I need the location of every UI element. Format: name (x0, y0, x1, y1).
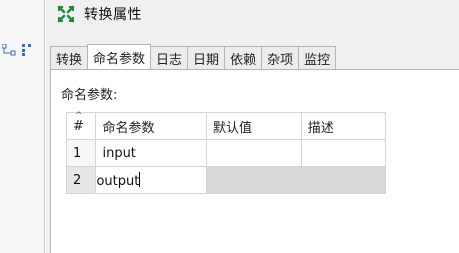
row-number: 1 (65, 139, 97, 167)
tab-dependencies[interactable]: 依赖 (224, 46, 263, 69)
tab-monitoring[interactable]: 监控 (298, 46, 337, 69)
transform-icon (56, 4, 76, 24)
tab-bar: 转换 命名参数 日志 日期 依赖 杂项 监控 (50, 44, 337, 69)
grid-icon[interactable] (22, 44, 32, 58)
table-header-row: ^ # 命名参数 默认值 描述 (65, 111, 387, 140)
param-default-cell[interactable] (206, 166, 302, 194)
left-toolbar-icons (1, 42, 42, 60)
tab-log[interactable]: 日志 (150, 46, 189, 69)
param-default-cell[interactable] (206, 139, 302, 167)
section-label: 命名参数: (61, 88, 118, 103)
named-params-panel: 命名参数: ^ # 命名参数 默认值 描述 1 input 2 output (50, 69, 459, 253)
col-header-param-name[interactable]: 命名参数 (95, 112, 207, 140)
tab-named-params[interactable]: 命名参数 (87, 44, 152, 69)
tab-misc[interactable]: 杂项 (261, 46, 300, 69)
title-bar: 转换属性 (46, 0, 459, 28)
param-desc-cell[interactable] (300, 166, 387, 194)
param-desc-cell[interactable] (300, 139, 387, 167)
sort-caret-icon: ^ (75, 111, 83, 121)
left-toolbar-strip (0, 0, 45, 253)
transform-properties-dialog: 转换属性 转换 命名参数 日志 日期 依赖 杂项 监控 命名参数: ^ # 命名参… (46, 0, 459, 253)
table-row[interactable]: 2 output (65, 166, 387, 194)
row-number: 2 (65, 166, 97, 194)
param-name-cell[interactable]: input (95, 139, 207, 167)
hierarchy-icon[interactable] (1, 43, 16, 58)
col-header-desc[interactable]: 描述 (300, 112, 387, 140)
table-row[interactable]: 1 input (65, 139, 387, 167)
dialog-title: 转换属性 (84, 7, 142, 23)
text-cursor (139, 171, 141, 187)
param-name-input[interactable]: output (96, 174, 139, 189)
param-name-cell-editing[interactable]: output (95, 166, 207, 194)
params-table: ^ # 命名参数 默认值 描述 1 input 2 output (65, 111, 387, 194)
tab-date[interactable]: 日期 (187, 46, 226, 69)
col-header-num[interactable]: ^ # (65, 111, 97, 140)
tab-transform[interactable]: 转换 (50, 46, 89, 69)
col-header-default[interactable]: 默认值 (206, 112, 302, 140)
